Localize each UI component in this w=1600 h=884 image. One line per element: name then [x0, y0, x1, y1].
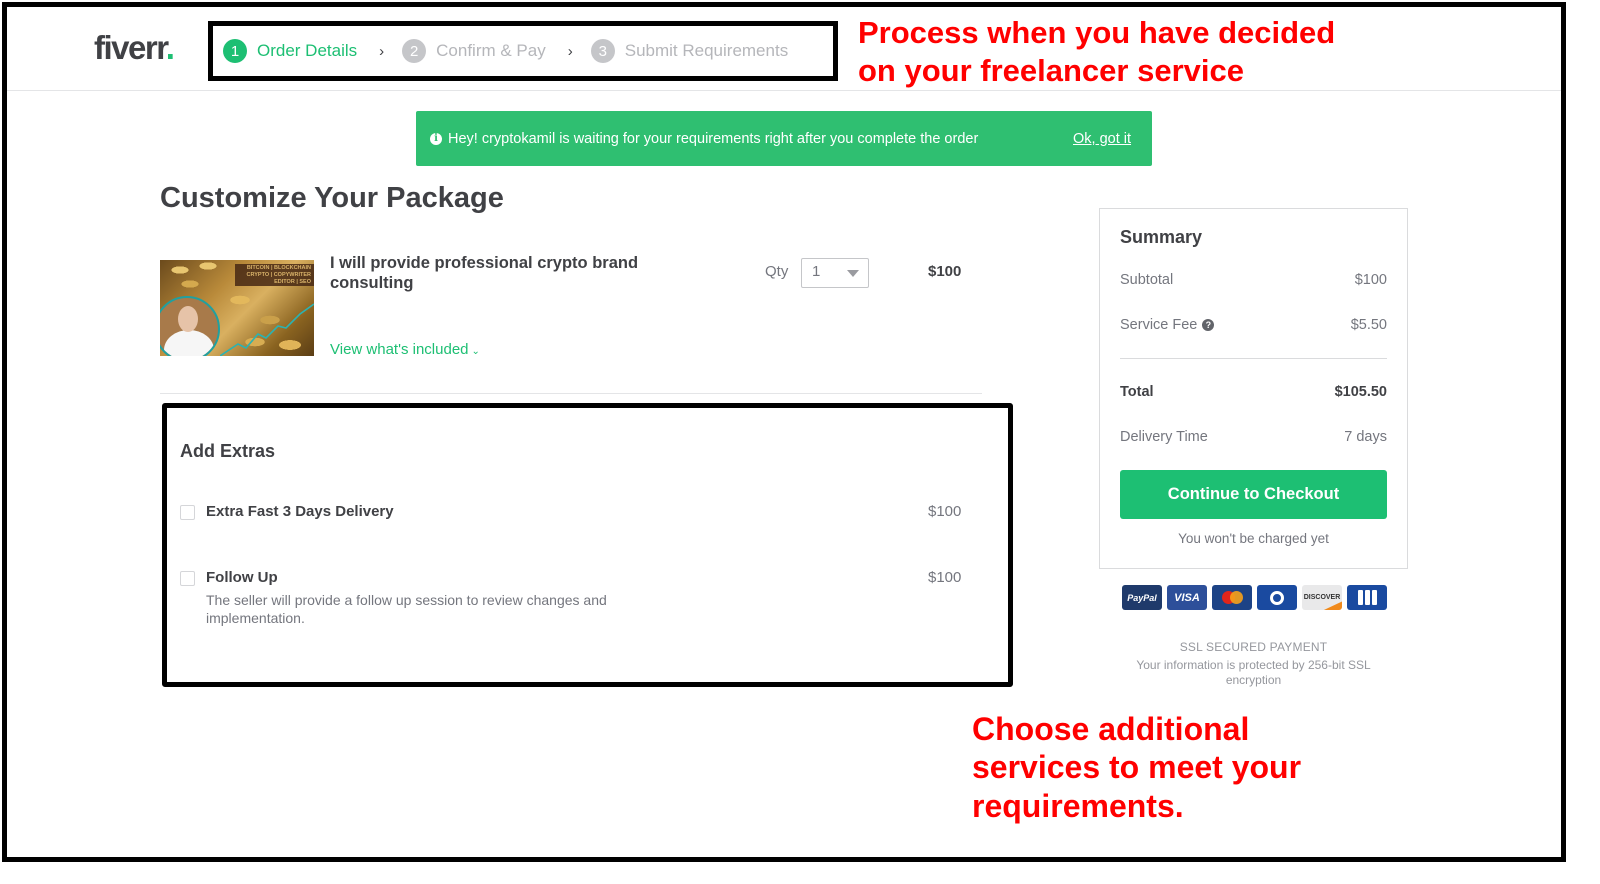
checkout-steps-highlight: 1 Order Details › 2 Confirm & Pay › 3 Su… — [208, 21, 838, 81]
requirements-notice-banner: i Hey! cryptokamil is waiting for your r… — [416, 111, 1152, 166]
extra-price: $100 — [928, 569, 962, 586]
caret-down-icon — [847, 270, 859, 277]
step-number-badge: 2 — [402, 39, 427, 63]
view-included-toggle[interactable]: View what's included ⌄ — [330, 341, 480, 358]
info-icon: i — [430, 132, 442, 145]
extra-name: Extra Fast 3 Days Delivery — [206, 503, 394, 520]
page-title: Customize Your Package — [160, 182, 504, 214]
section-divider — [160, 393, 982, 394]
add-extras-section: Add Extras Extra Fast 3 Days Delivery $1… — [162, 403, 1013, 687]
chevron-right-icon: › — [567, 42, 573, 60]
extra-name: Follow Up — [206, 569, 278, 586]
checkout-steps: 1 Order Details › 2 Confirm & Pay › 3 Su… — [223, 36, 788, 66]
step-number-badge: 3 — [590, 39, 615, 63]
mastercard-icon — [1212, 585, 1252, 610]
continue-to-checkout-button[interactable]: Continue to Checkout — [1120, 470, 1387, 519]
annotation-extras-note: Choose additional services to meet your … — [972, 711, 1302, 824]
gig-title[interactable]: I will provide professional crypto brand… — [330, 253, 690, 293]
service-fee-value: $5.50 — [1350, 317, 1387, 333]
paypal-icon: PayPal — [1122, 585, 1162, 610]
step-label: Order Details — [257, 41, 358, 60]
diners-club-icon — [1257, 585, 1297, 610]
dismiss-banner-link[interactable]: Ok, got it — [1073, 131, 1131, 147]
step-order-details[interactable]: 1 Order Details — [223, 39, 357, 63]
extra-checkbox[interactable] — [180, 505, 195, 520]
total-value: $105.50 — [1334, 384, 1387, 400]
visa-icon: VISA — [1167, 585, 1207, 610]
extras-title: Add Extras — [180, 441, 276, 461]
trend-line-graphic — [220, 303, 314, 356]
discover-icon: DISCOVER — [1302, 585, 1342, 610]
extra-description: The seller will provide a follow up sess… — [206, 592, 607, 626]
subtotal-value: $100 — [1354, 272, 1387, 288]
gig-thumbnail-tag: BITCOIN | BLOCKCHAIN CRYPTO | COPYWRITER… — [235, 264, 314, 286]
jcb-icon — [1347, 585, 1387, 610]
total-row: Total $105.50 — [1120, 384, 1387, 400]
extra-price: $100 — [928, 503, 962, 520]
fiverr-logo[interactable]: fiverr. — [94, 29, 175, 67]
subtotal-row: Subtotal $100 — [1120, 272, 1387, 288]
ssl-text: Your information is protected by 256-bit… — [1136, 658, 1371, 687]
summary-title: Summary — [1120, 227, 1203, 247]
delivery-time-row: Delivery Time 7 days — [1120, 429, 1387, 445]
ssl-title: SSL SECURED PAYMENT — [1179, 640, 1328, 654]
step-number-badge: 1 — [223, 39, 247, 63]
payment-methods: PayPal VISA DISCOVER — [1122, 585, 1387, 610]
no-charge-note: You won't be charged yet — [1178, 531, 1329, 546]
step-label: Confirm & Pay — [436, 41, 546, 60]
quantity-select[interactable]: 1 — [801, 258, 869, 288]
step-confirm-pay: 2 Confirm & Pay — [402, 39, 546, 63]
qty-label: Qty — [765, 263, 789, 280]
banner-message: Hey! cryptokamil is waiting for your req… — [448, 130, 979, 147]
annotation-process-note: Process when you have decided on your fr… — [858, 15, 1336, 88]
service-fee-row: Service Fee? $5.50 — [1120, 317, 1387, 333]
gig-thumbnail[interactable]: BITCOIN | BLOCKCHAIN CRYPTO | COPYWRITER… — [160, 260, 314, 356]
order-summary-card: Summary Subtotal $100 Service Fee? $5.50… — [1099, 208, 1408, 569]
delivery-time-value: 7 days — [1344, 429, 1387, 445]
step-submit-requirements: 3 Submit Requirements — [590, 39, 789, 63]
step-label: Submit Requirements — [624, 41, 789, 60]
gig-price: $100 — [928, 263, 962, 280]
chevron-down-icon: ⌄ — [471, 346, 480, 357]
extra-checkbox[interactable] — [180, 571, 195, 586]
summary-divider — [1120, 358, 1387, 359]
help-icon[interactable]: ? — [1202, 319, 1215, 332]
chevron-right-icon: › — [379, 42, 385, 60]
